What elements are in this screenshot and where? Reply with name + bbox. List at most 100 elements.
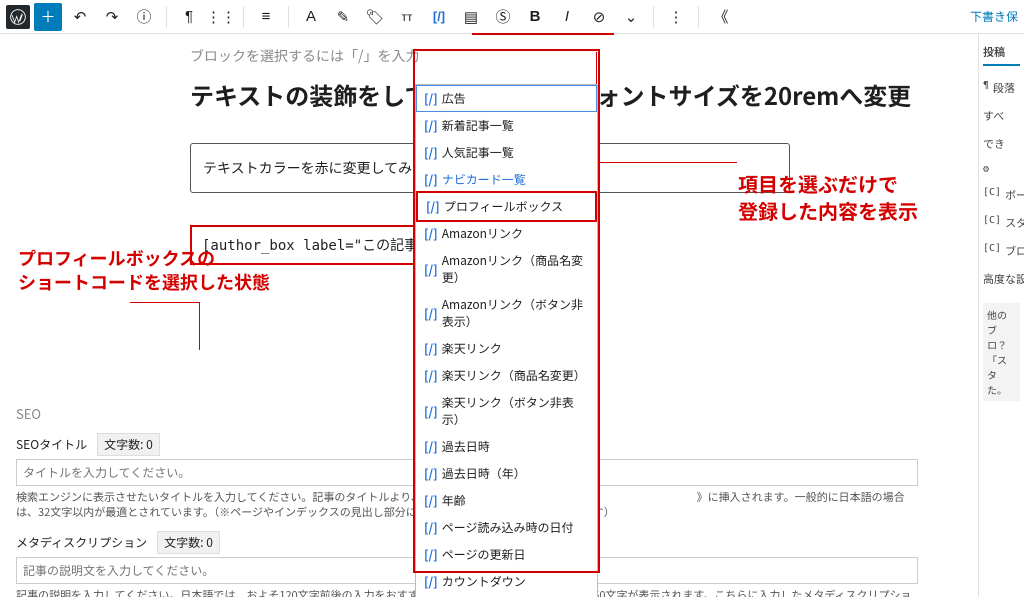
sidebar-item[interactable]: 高度な設 — [983, 265, 1020, 293]
annotation-left-connector — [130, 302, 200, 303]
toolbar-separator — [698, 6, 699, 28]
sidebar-item-label: スタイ — [1005, 215, 1024, 231]
shortcode-token-icon: [/] — [424, 403, 438, 420]
italic-button[interactable]: I — [553, 3, 581, 31]
tag-icon[interactable]: 🏷 — [361, 3, 389, 31]
shortcode-option-label: 過去日時（年） — [442, 465, 526, 482]
sidebar-item[interactable]: すべ — [983, 102, 1020, 130]
shortcode-option[interactable]: [/] 過去日時 — [416, 433, 597, 460]
shortcode-option[interactable]: [/] 過去日時（年） — [416, 460, 597, 487]
shortcode-option[interactable]: [/]Amazonリンク（ボタン非表示） — [416, 291, 597, 335]
sidebar-item-icon: [C] — [983, 243, 1001, 259]
shortcode-option[interactable]: [/] ナビカード一覧 — [416, 166, 597, 193]
text-color-icon[interactable]: A — [297, 3, 325, 31]
annotation-right-connector-h — [597, 162, 737, 163]
shortcode-token-icon: [/] — [424, 573, 438, 590]
shortcode-toolbar-button[interactable]: [/] — [425, 3, 453, 31]
annotation-left-connector-2 — [199, 302, 200, 350]
sidebar-item-label: ボータ — [1005, 187, 1024, 203]
shortcode-token-icon: [/] — [424, 492, 438, 509]
sidebar-item[interactable]: ⚙ — [983, 158, 1020, 181]
strikethrough-icon[interactable]: Ⓢ — [489, 3, 517, 31]
sidebar-note: 他のブロ？「スタ た。 — [983, 303, 1020, 401]
seo-title-charcount: 文字数: 0 — [97, 433, 160, 456]
add-block-button[interactable]: ＋ — [34, 3, 62, 31]
shortcode-option[interactable]: [/]広告 — [416, 85, 597, 112]
shortcode-option-label: 楽天リンク（ボタン非表示） — [442, 394, 589, 428]
shortcode-option[interactable]: [/] 楽天リンク（ボタン非表示） — [416, 389, 597, 433]
shortcode-token-icon: [/] — [424, 465, 438, 482]
save-draft-link[interactable]: 下書き保 — [970, 8, 1018, 25]
shortcode-token-icon: [/] — [424, 340, 438, 357]
shortcode-option-label: ページの更新日 — [442, 546, 526, 563]
toolbar-separator — [243, 6, 244, 28]
shortcode-token-icon: [/] — [424, 519, 438, 536]
sidebar-item-label: 高度な設 — [983, 271, 1024, 287]
shortcode-option-label: Amazonリンク — [442, 225, 523, 242]
align-center-icon[interactable]: ≡ — [252, 3, 280, 31]
collapse-icon[interactable]: 《 — [707, 3, 735, 31]
editor-main: ブロックを選択するには「/」を入力 テキストの装飾をして フォントサイズを20r… — [0, 34, 978, 597]
details-button[interactable]: ⓘ — [130, 3, 158, 31]
undo-button[interactable]: ↶ — [66, 3, 94, 31]
annotation-right-text: 項目を選ぶだけで登録した内容を表示 — [738, 170, 918, 224]
top-toolbar: ＋ ↶ ↷ ⓘ ¶ ⋮⋮ ≡ A ✎ 🏷 тт [/] ▤ Ⓢ B I ⊘ ⌄ … — [0, 0, 1024, 34]
sidebar-item[interactable]: [C]ブロッ — [983, 237, 1020, 265]
shortcode-token-icon: [/] — [424, 367, 438, 384]
sidebar-item[interactable]: [C]スタイ — [983, 209, 1020, 237]
shortcode-token-icon: [/] — [424, 144, 438, 161]
toolbar-separator — [653, 6, 654, 28]
align-dropdown-icon[interactable]: ⋮⋮ — [207, 3, 235, 31]
sidebar-item-icon: [C] — [983, 215, 1001, 231]
link-button[interactable]: ⊘ — [585, 3, 613, 31]
shortcode-option[interactable]: [/] 楽天リンク（商品名変更） — [416, 362, 597, 389]
shortcode-option-label: 年齢 — [442, 492, 466, 509]
shortcode-token-icon: [/] — [424, 546, 438, 563]
annotation-left-text: プロフィールボックスのショートコードを選択した状態 — [18, 246, 270, 295]
shortcode-option[interactable]: [/]ページ読み込み時の日付 — [416, 514, 597, 541]
sidebar-tab-post[interactable]: 投稿 — [983, 40, 1020, 66]
template-icon[interactable]: ▤ — [457, 3, 485, 31]
shortcode-token-icon: [/] — [424, 225, 438, 242]
redo-button[interactable]: ↷ — [98, 3, 126, 31]
shortcode-option-label: ナビカード一覧 — [442, 171, 526, 188]
sidebar-item-icon: [C] — [983, 187, 1001, 203]
shortcode-option[interactable]: [/] Amazonリンク — [416, 220, 597, 247]
shortcode-dropdown: [/]広告[/]新着記事一覧[/]人気記事一覧[/]ナビカード一覧[/]プロフィ… — [415, 84, 598, 597]
sidebar-item-label: すべ — [983, 108, 1004, 124]
shortcode-option[interactable]: [/]新着記事一覧 — [416, 112, 597, 139]
more-dropdown-icon[interactable]: ⌄ — [617, 3, 645, 31]
shortcode-option[interactable]: [/]プロフィールボックス — [416, 191, 597, 222]
seo-meta-charcount: 文字数: 0 — [157, 531, 220, 554]
shortcode-token-icon: [/] — [424, 171, 438, 188]
shortcode-option-label: 広告 — [442, 90, 466, 107]
bold-button[interactable]: B — [521, 3, 549, 31]
shortcode-option-label: カウントダウン — [442, 573, 526, 590]
shortcode-option-label: 楽天リンク — [442, 340, 502, 357]
shortcode-option[interactable]: [/]人気記事一覧 — [416, 139, 597, 166]
shortcode-token-icon: [/] — [424, 261, 438, 278]
shortcode-option[interactable]: [/] 年齢 — [416, 487, 597, 514]
shortcode-token-icon: [/] — [424, 305, 438, 322]
shortcode-option-label: 楽天リンク（商品名変更） — [442, 367, 586, 384]
shortcode-option[interactable]: [/] 楽天リンク — [416, 335, 597, 362]
sidebar-item[interactable]: ¶段落 — [983, 74, 1020, 102]
shortcode-token-icon: [/] — [424, 438, 438, 455]
sidebar-item[interactable]: [C]ボータ — [983, 181, 1020, 209]
shortcode-option-label: 過去日時 — [442, 438, 490, 455]
shortcode-option[interactable]: [/]Amazonリンク（商品名変更） — [416, 247, 597, 291]
highlight-icon[interactable]: ✎ — [329, 3, 357, 31]
font-size-icon[interactable]: тт — [393, 3, 421, 31]
sidebar-item[interactable]: でき — [983, 130, 1020, 158]
options-button[interactable]: ⋮ — [662, 3, 690, 31]
shortcode-option-label: プロフィールボックス — [444, 198, 563, 215]
settings-sidebar: 投稿 ¶段落すべでき⚙[C]ボータ[C]スタイ[C]ブロッ高度な設 他のブロ？「… — [978, 34, 1024, 597]
wordpress-logo-icon[interactable] — [6, 5, 30, 29]
sidebar-item-icon: ¶ — [983, 80, 989, 96]
sidebar-item-label: 段落 — [993, 80, 1015, 96]
shortcode-option[interactable]: [/] ページの更新日 — [416, 541, 597, 568]
block-placeholder-hint: ブロックを選択するには「/」を入力 — [190, 46, 960, 66]
seo-title-label: SEOタイトル — [16, 436, 87, 453]
shortcode-option[interactable]: [/] カウントダウン — [416, 568, 597, 595]
paragraph-icon[interactable]: ¶ — [175, 3, 203, 31]
